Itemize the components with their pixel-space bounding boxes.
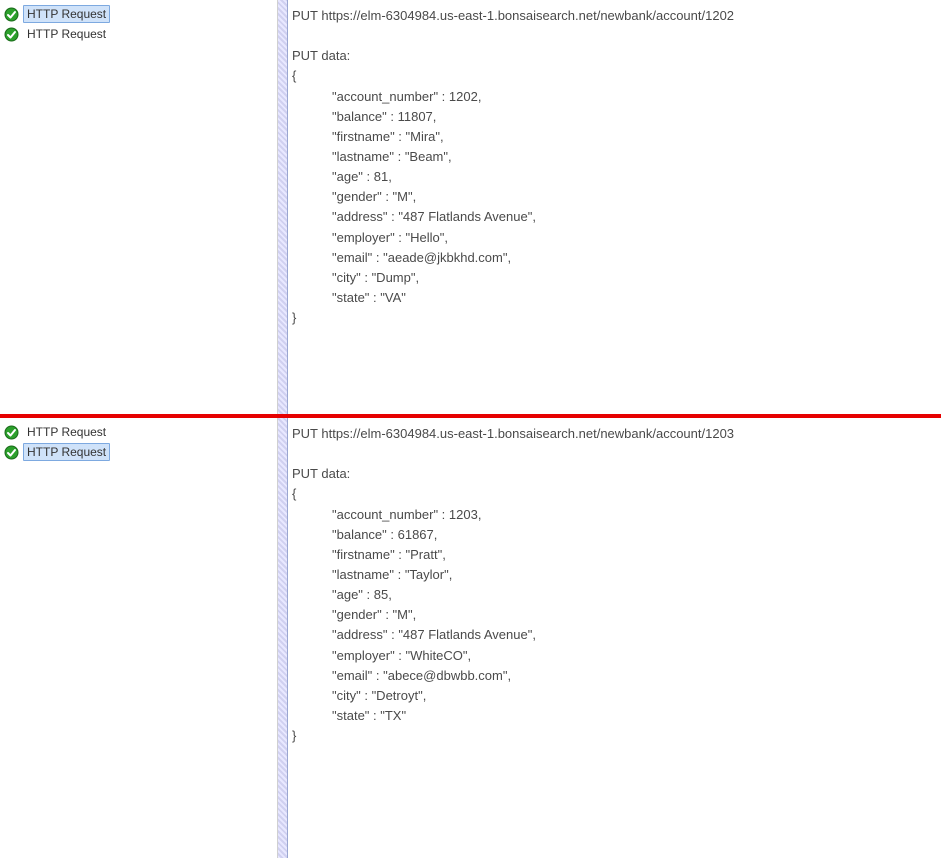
field-firstname: "firstname" : "Mira", bbox=[292, 127, 933, 147]
field-gender: "gender" : "M", bbox=[292, 187, 933, 207]
field-age: "age" : 81, bbox=[292, 167, 933, 187]
success-icon bbox=[3, 424, 19, 440]
field-employer: "employer" : "Hello", bbox=[292, 228, 933, 248]
tree-item[interactable]: HTTP Request bbox=[0, 422, 277, 442]
field-email: "email" : "aeade@jkbkhd.com", bbox=[292, 248, 933, 268]
request-line: PUT https://elm-6304984.us-east-1.bonsai… bbox=[292, 6, 933, 26]
field-gender: "gender" : "M", bbox=[292, 605, 933, 625]
field-email: "email" : "abece@dbwbb.com", bbox=[292, 666, 933, 686]
tree-item-label: HTTP Request bbox=[23, 423, 110, 441]
put-data-label: PUT data: bbox=[292, 464, 933, 484]
success-icon bbox=[3, 6, 19, 22]
field-employer: "employer" : "WhiteCO", bbox=[292, 646, 933, 666]
tree-item[interactable]: HTTP Request bbox=[0, 4, 277, 24]
close-brace: } bbox=[292, 308, 933, 328]
top-panel: HTTP Request HTTP Request PUT https://el… bbox=[0, 0, 941, 414]
tree-column-top: HTTP Request HTTP Request bbox=[0, 0, 278, 414]
close-brace: } bbox=[292, 726, 933, 746]
field-lastname: "lastname" : "Taylor", bbox=[292, 565, 933, 585]
request-content-bottom: PUT https://elm-6304984.us-east-1.bonsai… bbox=[278, 418, 941, 858]
request-content-top: PUT https://elm-6304984.us-east-1.bonsai… bbox=[278, 0, 941, 414]
field-address: "address" : "487 Flatlands Avenue", bbox=[292, 207, 933, 227]
field-city: "city" : "Detroyt", bbox=[292, 686, 933, 706]
put-data-label: PUT data: bbox=[292, 46, 933, 66]
request-line: PUT https://elm-6304984.us-east-1.bonsai… bbox=[292, 424, 933, 444]
field-age: "age" : 85, bbox=[292, 585, 933, 605]
tree-item[interactable]: HTTP Request bbox=[0, 24, 277, 44]
field-state: "state" : "VA" bbox=[292, 288, 933, 308]
open-brace: { bbox=[292, 484, 933, 504]
open-brace: { bbox=[292, 66, 933, 86]
success-icon bbox=[3, 444, 19, 460]
content-gutter bbox=[278, 0, 288, 414]
field-account-number: "account_number" : 1202, bbox=[292, 87, 933, 107]
field-address: "address" : "487 Flatlands Avenue", bbox=[292, 625, 933, 645]
bottom-panel: HTTP Request HTTP Request PUT https://el… bbox=[0, 418, 941, 858]
field-balance: "balance" : 61867, bbox=[292, 525, 933, 545]
field-account-number: "account_number" : 1203, bbox=[292, 505, 933, 525]
field-firstname: "firstname" : "Pratt", bbox=[292, 545, 933, 565]
tree-item-label: HTTP Request bbox=[23, 5, 110, 23]
field-balance: "balance" : 11807, bbox=[292, 107, 933, 127]
field-state: "state" : "TX" bbox=[292, 706, 933, 726]
tree-item-label: HTTP Request bbox=[23, 25, 110, 43]
tree-item[interactable]: HTTP Request bbox=[0, 442, 277, 462]
content-gutter bbox=[278, 418, 288, 858]
tree-column-bottom: HTTP Request HTTP Request bbox=[0, 418, 278, 858]
field-lastname: "lastname" : "Beam", bbox=[292, 147, 933, 167]
field-city: "city" : "Dump", bbox=[292, 268, 933, 288]
success-icon bbox=[3, 26, 19, 42]
tree-item-label: HTTP Request bbox=[23, 443, 110, 461]
